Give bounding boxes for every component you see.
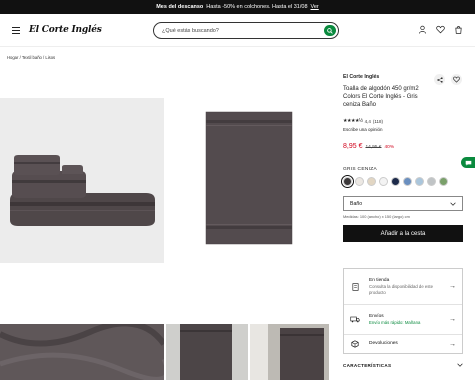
services-box: En tienda Consulta la disponibilidad de …: [343, 268, 463, 354]
price-current: 8,95 €: [343, 143, 363, 150]
product-brand[interactable]: El Corte Inglés: [343, 74, 463, 80]
color-swatch[interactable]: [355, 177, 364, 186]
price-discount: 40%: [384, 145, 395, 150]
rating-value: 4,4: [364, 118, 371, 124]
returns-icon: [351, 340, 359, 348]
promo-link[interactable]: Ver: [311, 4, 319, 10]
color-swatch[interactable]: [341, 175, 354, 188]
promo-title: Mes del descanso: [156, 4, 204, 10]
price-block: 8,95 € 14,95 € 40%: [343, 143, 463, 150]
service-title: Devoluciones: [369, 341, 398, 346]
write-review-link[interactable]: Escribe una opinión: [343, 127, 463, 132]
color-swatch[interactable]: [439, 177, 448, 186]
search-placeholder: ¿Qué estás buscando?: [162, 27, 219, 34]
service-store[interactable]: En tienda Consulta la disponibilidad de …: [344, 269, 462, 305]
product-rating[interactable]: ★★★★½ 4,4 (118): [343, 118, 463, 124]
color-label: GRIS CENIZA: [343, 167, 377, 172]
product-thumbnail[interactable]: [0, 324, 164, 380]
characteristics-label: CARACTERÍSTICAS: [343, 363, 392, 368]
service-shipping[interactable]: Envíos Envío más rápido: Mañana →: [344, 305, 462, 335]
product-title: Toalla de algodón 450 gr/m2 Colors El Co…: [343, 86, 419, 108]
menu-icon[interactable]: [12, 26, 20, 34]
product-info: El Corte Inglés Toalla de algodón 450 gr…: [341, 74, 463, 242]
service-subtitle: Consulta la disponibilidad de este produ…: [369, 283, 434, 295]
logo[interactable]: El Corte Inglés: [29, 25, 102, 35]
search-input[interactable]: ¿Qué estás buscando?: [153, 22, 339, 39]
arrow-right-icon: →: [449, 316, 456, 323]
product-thumbnail[interactable]: [250, 324, 329, 380]
characteristics-section[interactable]: CARACTERÍSTICAS: [343, 363, 463, 368]
breadcrumb: Hogar / Textil baño / Lisos: [7, 55, 56, 60]
chat-badge[interactable]: [461, 157, 475, 168]
product-image-towel[interactable]: [166, 98, 329, 263]
color-swatch[interactable]: [379, 177, 388, 186]
breadcrumb-item[interactable]: Lisos: [45, 55, 55, 60]
product-thumbnail[interactable]: [166, 324, 248, 380]
user-icon[interactable]: [418, 25, 427, 34]
bag-icon[interactable]: [454, 25, 463, 34]
search-icon: [327, 27, 333, 34]
arrow-right-icon: →: [449, 283, 456, 290]
store-icon: [352, 282, 358, 291]
color-swatches: [341, 175, 463, 188]
chevron-down-icon: [457, 363, 463, 367]
service-returns[interactable]: Devoluciones →: [344, 335, 462, 353]
search-button[interactable]: [324, 25, 336, 36]
heart-icon[interactable]: [436, 25, 445, 34]
breadcrumb-item[interactable]: Hogar: [7, 55, 18, 60]
product-image-stack[interactable]: [0, 98, 164, 263]
breadcrumb-item[interactable]: Textil baño: [22, 55, 42, 60]
price-original: 14,95 €: [365, 145, 382, 150]
rating-stars: ★★★★½: [343, 118, 363, 124]
color-swatch[interactable]: [415, 177, 424, 186]
color-swatch[interactable]: [403, 177, 412, 186]
truck-icon: [350, 316, 360, 323]
color-swatch[interactable]: [367, 177, 376, 186]
color-swatch[interactable]: [427, 177, 436, 186]
chevron-down-icon: [450, 202, 456, 206]
service-subtitle: Envío más rápido: Mañana: [369, 319, 421, 325]
header: El Corte Inglés ¿Qué estás buscando?: [0, 14, 475, 47]
measure-text: Medidas: 100 (ancho) x 150 (largo) cm: [343, 214, 410, 219]
rating-count: (118): [372, 118, 384, 124]
arrow-right-icon: →: [449, 340, 456, 348]
promo-bar: Mes del descanso Hasta -50% en colchones…: [0, 0, 475, 14]
size-select[interactable]: Baño: [343, 196, 463, 211]
size-selected: Baño: [350, 200, 363, 207]
promo-text: Hasta -50% en colchones. Hasta el 31/08: [206, 4, 308, 10]
add-to-cart-button[interactable]: Añadir a la cesta: [343, 225, 463, 242]
color-swatch[interactable]: [391, 177, 400, 186]
chat-icon: [465, 160, 471, 165]
